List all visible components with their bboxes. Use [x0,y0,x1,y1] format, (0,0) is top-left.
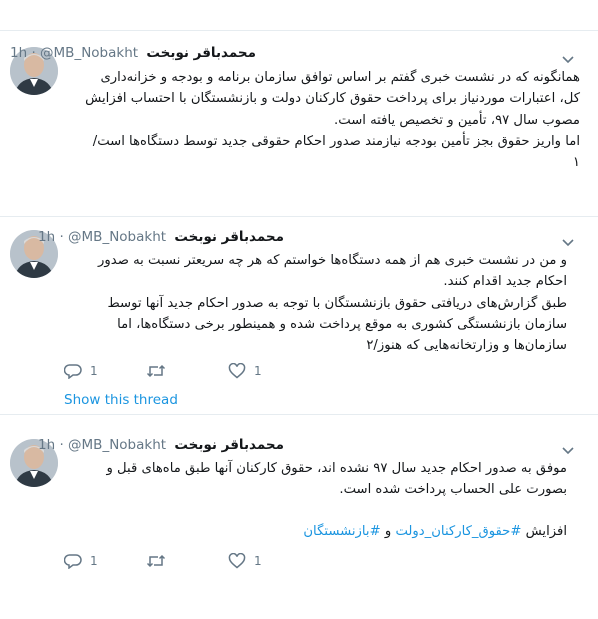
reply-icon [64,364,82,379]
hashtag-link[interactable]: #حقوق_کارکنان_دولت [395,524,521,539]
reply-button[interactable]: 1 [64,361,98,381]
text-line: کل، اعتبارات موردنیاز برای پرداخت حقوق ک… [85,91,580,107]
like-count: 1 [254,364,262,378]
tweet-1[interactable]: محمدباقر نوبخت @MB_Nobakht · 1h همانگونه… [0,31,598,216]
chevron-down-icon[interactable] [561,50,575,64]
separator-dot: · [31,45,36,61]
display-name[interactable]: محمدباقر نوبخت [174,229,284,245]
chevron-down-icon[interactable] [561,441,575,455]
tweet-text: موفق به صدور احکام جدید سال ۹۷ نشده اند،… [40,458,567,542]
username-handle[interactable]: @MB_Nobakht [40,45,138,61]
tweet-actions: 1 1 [64,551,304,571]
retweet-icon [146,554,166,568]
text-line: موفق به صدور احکام جدید سال ۹۷ نشده اند،… [106,461,567,476]
reply-button[interactable]: 1 [64,551,98,571]
hashtag-link[interactable]: #بازنشستگان [303,524,380,539]
show-thread-link[interactable]: Show this thread [64,392,178,408]
username-handle[interactable]: @MB_Nobakht [68,437,166,453]
tweet-2[interactable]: محمدباقر نوبخت @MB_Nobakht · 1h و من در … [0,217,598,414]
timestamp[interactable]: 1h [10,45,27,61]
reply-count: 1 [90,364,98,378]
retweet-button[interactable] [146,551,166,571]
text-line: بصورت علی الحساب پرداخت شده است. [339,482,567,498]
text-word: و [384,523,392,539]
reply-count: 1 [90,554,98,568]
reply-icon [64,554,82,569]
display-name[interactable]: محمدباقر نوبخت [146,45,256,61]
text-line: و من در نشست خبری هم از همه دستگاه‌ها خو… [98,253,567,268]
text-line: طبق گزارش‌های دریافتی حقوق بازنشستگان با… [107,295,567,311]
text-line: اما واریز حقوق بجز تأمین بودجه نیازمند ص… [92,133,580,149]
username-handle[interactable]: @MB_Nobakht [68,229,166,245]
like-button[interactable]: 1 [228,361,262,381]
tweet-3[interactable]: محمدباقر نوبخت @MB_Nobakht · 1h موفق به … [0,415,598,619]
heart-icon [228,363,246,379]
chevron-down-icon[interactable] [561,233,575,247]
timestamp[interactable]: 1h [38,437,55,453]
display-name[interactable]: محمدباقر نوبخت [174,437,284,453]
tweet-header: محمدباقر نوبخت @MB_Nobakht · 1h [38,436,284,454]
heart-icon [228,553,246,569]
text-line: مصوب سال ۹۷، تأمین و تخصیص یافته است. [334,112,580,128]
separator-dot: · [59,437,64,453]
like-button[interactable]: 1 [228,551,262,571]
tweet-text: و من در نشست خبری هم از همه دستگاه‌ها خو… [40,250,567,356]
separator-dot: · [59,229,64,245]
retweet-button[interactable] [146,361,166,381]
text-line: سازمان‌ها و وزارتخانه‌هایی که هنوز/۲ [366,338,567,354]
text-line: احکام جدید اقدام کنند. [443,274,567,290]
text-line: سازمان بازنشستگی کشوری به موقع پرداخت شد… [117,316,567,332]
tweet-header: محمدباقر نوبخت @MB_Nobakht · 1h [38,228,284,246]
text-line: افزایش #حقوق_کارکنان_دولت و #بازنشستگان [40,521,567,542]
tweet-header: محمدباقر نوبخت @MB_Nobakht · 1h [10,44,256,62]
tweet-text: همانگونه که در نشست خبری گفتم بر اساس تو… [40,67,580,173]
like-count: 1 [254,554,262,568]
text-line: همانگونه که در نشست خبری گفتم بر اساس تو… [100,70,580,85]
text-word: افزایش [525,523,567,539]
text-line: ۱ [572,155,580,171]
tweet-actions: 1 1 [64,361,304,381]
timestamp[interactable]: 1h [38,229,55,245]
retweet-icon [146,364,166,378]
